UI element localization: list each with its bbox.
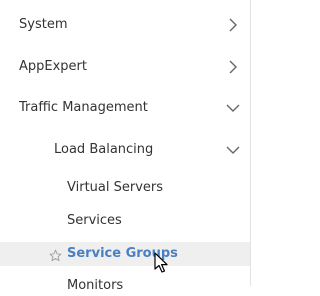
nav-item-appexpert[interactable]: AppExpert [0,59,250,77]
chevron-right-icon [226,59,240,75]
mouse-cursor-icon [154,252,169,274]
nav-item-label: System [19,17,68,32]
nav-item-traffic-management[interactable]: Traffic Management [0,100,250,118]
chevron-down-icon [226,100,240,116]
nav-item-label: Services [67,213,122,228]
nav-item-label: Monitors [67,278,124,293]
nav-item-label: Virtual Servers [67,180,164,195]
nav-item-label: Load Balancing [54,142,154,157]
nav-item-load-balancing[interactable]: Load Balancing [0,142,250,160]
side-navigation: System AppExpert Traffic Management Load… [0,0,251,293]
nav-item-monitors[interactable]: Monitors [0,278,250,296]
nav-item-services[interactable]: Services [0,213,250,231]
nav-item-system[interactable]: System [0,17,250,35]
nav-item-label: AppExpert [19,59,87,74]
nav-item-label: Traffic Management [19,100,148,115]
nav-item-virtual-servers[interactable]: Virtual Servers [0,180,250,198]
chevron-right-icon [226,17,240,33]
nav-item-service-groups[interactable]: Service Groups [0,242,250,266]
star-outline-icon[interactable] [49,247,62,262]
chevron-down-icon [226,142,240,158]
